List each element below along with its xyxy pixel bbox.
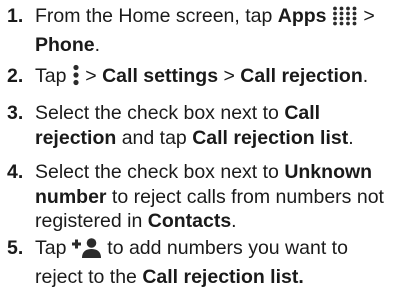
step-number: 1. [7, 5, 24, 27]
add-contact-icon [71, 238, 102, 265]
step-text: From the Home screen, tap Apps > Phone. [35, 5, 375, 56]
apps-grid-icon [332, 6, 358, 33]
more-options-icon [72, 64, 80, 93]
step-text: Select the check box next to Call reject… [35, 102, 354, 149]
step-text: Select the check box next to Unknown num… [35, 161, 384, 232]
step-number: 3. [7, 102, 24, 124]
step-number: 2. [7, 65, 24, 87]
step-number: 4. [7, 161, 24, 183]
step-number: 5. [7, 237, 24, 259]
step-text: Tap > Call settings > Call rejection. [35, 64, 390, 93]
step-text: Tap to add numbers you want to reject to… [35, 237, 348, 288]
